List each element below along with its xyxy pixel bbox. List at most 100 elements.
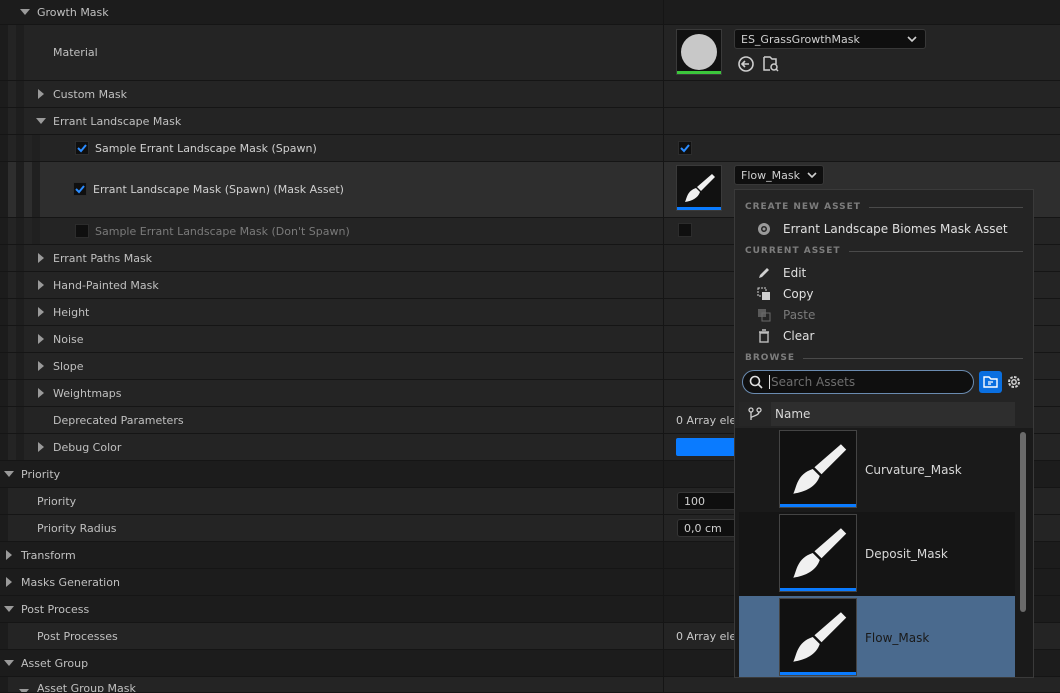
collapse-arrow-icon[interactable] — [3, 596, 15, 622]
menu-item-new-biomes-mask-asset[interactable]: Errant Landscape Biomes Mask Asset — [758, 220, 1008, 238]
asset-factory-icon — [758, 223, 770, 235]
post-process-label: Post Process — [21, 602, 90, 616]
asset-name: Deposit_Mask — [865, 547, 948, 561]
search-icon — [749, 375, 763, 389]
custom-mask-label: Custom Mask — [53, 87, 127, 101]
material-thumbnail[interactable] — [676, 29, 722, 75]
priority-category-label: Priority — [21, 467, 61, 481]
asset-tile-deposit-mask[interactable]: Deposit_Mask — [739, 512, 1015, 596]
search-assets-input[interactable]: Search Assets — [742, 370, 974, 394]
sample-dont-spawn-value-checkbox[interactable] — [678, 223, 692, 237]
sample-dont-spawn-label: Sample Errant Landscape Mask (Don't Spaw… — [95, 224, 350, 238]
brush-icon — [793, 612, 847, 662]
current-asset-header: CURRENT ASSET — [745, 245, 1023, 257]
deprecated-parameters-value: 0 Array eler — [676, 413, 741, 427]
expand-arrow-icon[interactable] — [3, 542, 15, 568]
asset-list-header: Name — [739, 402, 1015, 426]
property-material: Material ES_GrassGrowthMask — [0, 25, 1060, 81]
collapse-arrow-icon[interactable] — [3, 461, 15, 487]
deprecated-parameters-label: Deprecated Parameters — [53, 413, 184, 427]
material-combo[interactable]: ES_GrassGrowthMask — [734, 29, 926, 49]
priority-value: 100 — [684, 494, 705, 508]
group-asset-group-mask[interactable]: Asset Group Mask — [0, 677, 1060, 693]
source-control-column[interactable] — [739, 402, 771, 426]
transform-label: Transform — [21, 548, 76, 562]
asset-list: Curvature_Mask Deposit_Mask Flow_Mask — [735, 428, 1033, 677]
brush-icon — [793, 444, 847, 494]
post-processes-label: Post Processes — [37, 629, 118, 643]
menu-item-clear[interactable]: Clear — [759, 327, 814, 345]
slope-label: Slope — [53, 359, 84, 373]
asset-name: Flow_Mask — [865, 631, 930, 645]
create-new-asset-header: CREATE NEW ASSET — [745, 201, 1023, 213]
source-control-icon — [748, 407, 762, 420]
category-growth-mask[interactable]: Growth Mask — [0, 0, 1060, 25]
mask-asset-label: Errant Landscape Mask (Spawn) (Mask Asse… — [93, 183, 344, 196]
mask-asset-value: Flow_Mask — [741, 168, 800, 182]
group-custom-mask[interactable]: Custom Mask — [0, 81, 1060, 108]
brush-icon — [685, 174, 715, 202]
priority-radius-value: 0,0 cm — [684, 521, 722, 535]
indent-guide — [0, 0, 8, 24]
noise-label: Noise — [53, 332, 84, 346]
browse-to-folder-button[interactable] — [979, 371, 1002, 393]
copy-icon — [757, 287, 770, 300]
asset-group-label: Asset Group — [21, 656, 89, 670]
asset-name: Curvature_Mask — [865, 463, 962, 477]
errant-landscape-mask-label: Errant Landscape Mask — [53, 114, 182, 128]
masks-generation-label: Masks Generation — [21, 575, 120, 589]
use-selected-icon[interactable] — [737, 55, 755, 73]
asset-tile-curvature-mask[interactable]: Curvature_Mask — [739, 428, 1015, 512]
mask-asset-thumbnail[interactable] — [676, 165, 722, 211]
material-value: ES_GrassGrowthMask — [741, 32, 860, 46]
growth-mask-label: Growth Mask — [37, 5, 109, 19]
weightmaps-label: Weightmaps — [53, 386, 122, 400]
collapse-arrow-icon[interactable] — [35, 108, 47, 134]
expand-arrow-icon[interactable] — [35, 380, 47, 406]
asset-picker-menu: CREATE NEW ASSET Errant Landscape Biomes… — [734, 189, 1034, 678]
asset-tile-flow-mask[interactable]: Flow_Mask — [739, 596, 1015, 677]
asset-thumbnail — [779, 598, 857, 676]
height-label: Height — [53, 305, 90, 319]
property-sample-spawn: Sample Errant Landscape Mask (Spawn) — [0, 135, 1060, 162]
menu-item-copy[interactable]: Copy — [757, 285, 813, 303]
sample-spawn-name-checkbox[interactable] — [75, 141, 89, 155]
settings-gear-icon[interactable] — [1006, 374, 1022, 390]
chevron-down-icon — [807, 172, 817, 179]
expand-arrow-icon[interactable] — [35, 434, 47, 460]
asset-list-scrollbar[interactable] — [1020, 432, 1026, 612]
menu-item-paste[interactable]: Paste — [758, 306, 815, 324]
group-errant-landscape-mask[interactable]: Errant Landscape Mask — [0, 108, 1060, 135]
asset-thumbnail — [779, 430, 857, 508]
expand-arrow-icon[interactable] — [35, 272, 47, 298]
asset-thumbnail — [779, 514, 857, 592]
chevron-down-icon — [907, 36, 917, 43]
sample-spawn-value-checkbox[interactable] — [678, 141, 692, 155]
collapse-arrow-icon[interactable] — [19, 0, 31, 24]
paste-icon — [758, 309, 771, 322]
sample-spawn-label: Sample Errant Landscape Mask (Spawn) — [95, 141, 317, 155]
expand-arrow-icon[interactable] — [35, 299, 47, 325]
priority-label: Priority — [37, 494, 77, 508]
folder-icon — [983, 376, 998, 388]
expand-arrow-icon[interactable] — [35, 326, 47, 352]
hand-painted-mask-label: Hand-Painted Mask — [53, 278, 159, 292]
trash-icon — [759, 329, 769, 343]
expand-arrow-icon[interactable] — [35, 81, 47, 107]
name-column-header[interactable]: Name — [775, 407, 810, 421]
mask-asset-name-checkbox[interactable] — [73, 182, 87, 196]
sample-dont-spawn-name-checkbox[interactable] — [75, 224, 89, 238]
collapse-arrow-icon[interactable] — [3, 650, 15, 676]
expand-arrow-icon[interactable] — [35, 245, 47, 271]
mask-asset-combo[interactable]: Flow_Mask — [734, 165, 824, 185]
collapse-arrow-icon[interactable] — [19, 685, 29, 692]
errant-paths-mask-label: Errant Paths Mask — [53, 251, 153, 265]
browse-header: BROWSE — [745, 352, 1023, 364]
search-placeholder: Search Assets — [771, 375, 856, 389]
expand-arrow-icon[interactable] — [35, 353, 47, 379]
browse-asset-icon[interactable] — [762, 55, 780, 73]
menu-item-edit[interactable]: Edit — [759, 264, 806, 282]
brush-icon — [793, 528, 847, 578]
expand-arrow-icon[interactable] — [3, 569, 15, 595]
pencil-icon — [759, 268, 769, 278]
